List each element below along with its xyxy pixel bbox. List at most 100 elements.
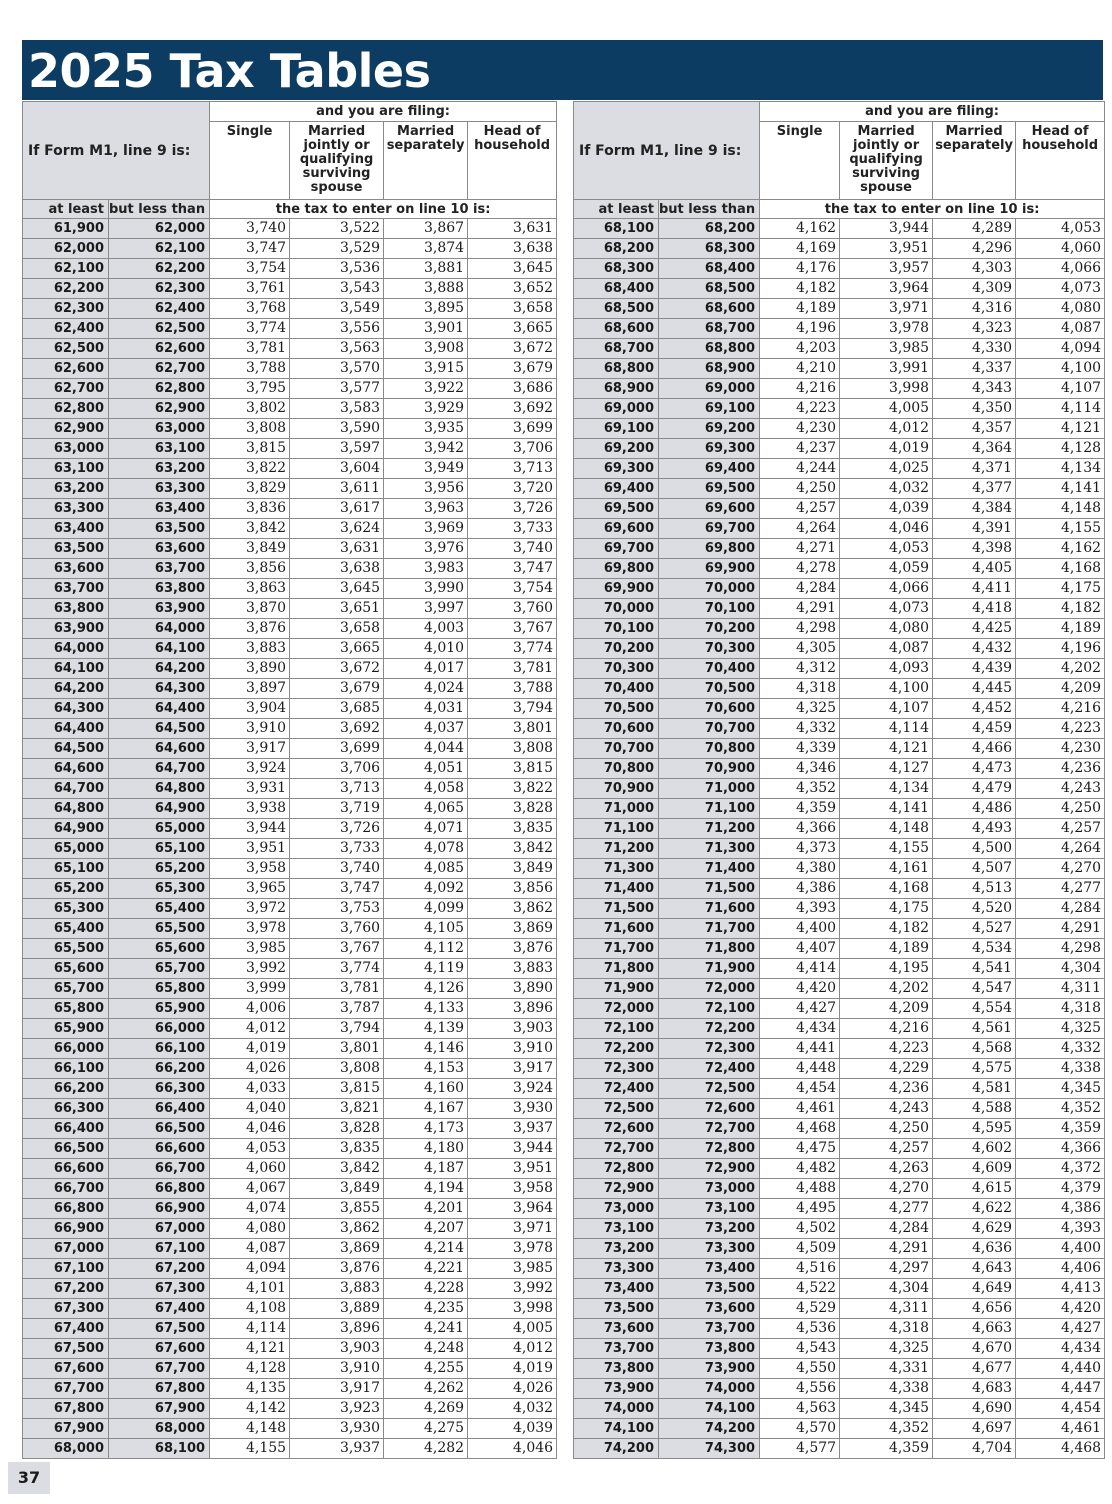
table-row: 67,300 67,400 4,108 3,889 4,235 3,998 <box>22 1298 558 1319</box>
head-of-household-tax-cell: 4,406 <box>1015 1258 1106 1279</box>
column-married-separately: Married separately <box>383 121 469 200</box>
married-jointly-tax-cell: 4,216 <box>839 1018 934 1039</box>
at-least-cell: 62,400 <box>22 318 109 339</box>
at-least-cell: 68,400 <box>573 278 659 299</box>
tax-table-right: If Form M1, line 9 is: and you are filin… <box>572 101 1106 1459</box>
at-least-cell: 68,500 <box>573 298 659 319</box>
single-tax-cell: 3,740 <box>209 218 291 239</box>
at-least-cell: 70,000 <box>573 598 659 619</box>
at-least-cell: 69,100 <box>573 418 659 439</box>
but-less-than-cell: 67,700 <box>107 1358 211 1379</box>
married-separately-tax-cell: 4,160 <box>383 1078 469 1099</box>
single-tax-cell: 3,829 <box>209 478 291 499</box>
head-of-household-tax-cell: 4,032 <box>467 1398 558 1419</box>
column-married-jointly: Married jointly or qualifying surviving … <box>289 121 385 200</box>
but-less-than-cell: 66,300 <box>107 1078 211 1099</box>
table-row: 73,100 73,200 4,502 4,284 4,629 4,393 <box>573 1218 1106 1239</box>
head-of-household-tax-cell: 4,073 <box>1015 278 1106 299</box>
single-tax-cell: 4,441 <box>759 1038 841 1059</box>
married-separately-tax-cell: 4,670 <box>932 1338 1017 1359</box>
at-least-cell: 63,900 <box>22 618 109 639</box>
single-tax-cell: 4,509 <box>759 1238 841 1259</box>
single-tax-cell: 4,101 <box>209 1278 291 1299</box>
table-row: 68,800 68,900 4,210 3,991 4,337 4,100 <box>573 358 1106 379</box>
at-least-cell: 72,300 <box>573 1058 659 1079</box>
head-of-household-tax-cell: 4,148 <box>1015 498 1106 519</box>
married-jointly-tax-cell: 4,345 <box>839 1398 934 1419</box>
married-separately-tax-cell: 3,874 <box>383 238 469 259</box>
married-separately-tax-cell: 4,418 <box>932 598 1017 619</box>
married-separately-tax-cell: 4,337 <box>932 358 1017 379</box>
table-row: 70,100 70,200 4,298 4,080 4,425 4,189 <box>573 618 1106 639</box>
single-tax-cell: 3,876 <box>209 618 291 639</box>
head-of-household-tax-cell: 4,332 <box>1015 1038 1106 1059</box>
single-tax-cell: 4,468 <box>759 1118 841 1139</box>
married-separately-tax-cell: 4,275 <box>383 1418 469 1439</box>
table-row: 67,100 67,200 4,094 3,876 4,221 3,985 <box>22 1258 558 1279</box>
but-less-than-cell: 72,900 <box>657 1158 761 1179</box>
married-separately-tax-cell: 4,391 <box>932 518 1017 539</box>
single-tax-cell: 3,917 <box>209 738 291 759</box>
but-less-than-cell: 70,600 <box>657 698 761 719</box>
married-separately-tax-cell: 4,296 <box>932 238 1017 259</box>
table-row: 71,000 71,100 4,359 4,141 4,486 4,250 <box>573 798 1106 819</box>
married-separately-tax-cell: 3,888 <box>383 278 469 299</box>
married-jointly-tax-cell: 4,155 <box>839 838 934 859</box>
table-row: 63,900 64,000 3,876 3,658 4,003 3,767 <box>22 618 558 639</box>
head-of-household-tax-cell: 3,985 <box>467 1258 558 1279</box>
single-tax-cell: 3,781 <box>209 338 291 359</box>
at-least-cell: 70,600 <box>573 718 659 739</box>
single-tax-cell: 4,448 <box>759 1058 841 1079</box>
married-separately-tax-cell: 4,194 <box>383 1178 469 1199</box>
married-jointly-tax-cell: 4,338 <box>839 1378 934 1399</box>
single-tax-cell: 4,264 <box>759 518 841 539</box>
at-least-cell: 72,000 <box>573 998 659 1019</box>
married-separately-tax-cell: 3,867 <box>383 218 469 239</box>
married-jointly-tax-cell: 4,202 <box>839 978 934 999</box>
table-row: 66,800 66,900 4,074 3,855 4,201 3,964 <box>22 1198 558 1219</box>
single-tax-cell: 4,019 <box>209 1038 291 1059</box>
table-row: 68,500 68,600 4,189 3,971 4,316 4,080 <box>573 298 1106 319</box>
head-of-household-tax-cell: 4,216 <box>1015 698 1106 719</box>
but-less-than-cell: 63,600 <box>107 538 211 559</box>
head-of-household-tax-cell: 3,658 <box>467 298 558 319</box>
married-jointly-tax-cell: 4,195 <box>839 958 934 979</box>
at-least-cell: 62,800 <box>22 398 109 419</box>
at-least-cell: 70,500 <box>573 698 659 719</box>
table-row: 71,300 71,400 4,380 4,161 4,507 4,270 <box>573 858 1106 879</box>
table-row: 67,200 67,300 4,101 3,883 4,228 3,992 <box>22 1278 558 1299</box>
at-least-cell: 73,500 <box>573 1298 659 1319</box>
head-of-household-tax-cell: 4,128 <box>1015 438 1106 459</box>
head-of-household-tax-cell: 4,454 <box>1015 1398 1106 1419</box>
married-jointly-tax-cell: 3,978 <box>839 318 934 339</box>
table-row: 74,000 74,100 4,563 4,345 4,690 4,454 <box>573 1398 1106 1419</box>
but-less-than-cell: 72,600 <box>657 1098 761 1119</box>
single-tax-cell: 3,842 <box>209 518 291 539</box>
married-separately-tax-cell: 4,683 <box>932 1378 1017 1399</box>
head-of-household-tax-cell: 3,896 <box>467 998 558 1019</box>
married-jointly-tax-cell: 3,903 <box>289 1338 385 1359</box>
but-less-than-cell: 65,700 <box>107 958 211 979</box>
but-less-than-cell: 72,200 <box>657 1018 761 1039</box>
table-row: 71,400 71,500 4,386 4,168 4,513 4,277 <box>573 878 1106 899</box>
table-row: 67,800 67,900 4,142 3,923 4,269 4,032 <box>22 1398 558 1419</box>
table-row: 63,700 63,800 3,863 3,645 3,990 3,754 <box>22 578 558 599</box>
but-less-than-cell: 69,600 <box>657 498 761 519</box>
single-tax-cell: 4,094 <box>209 1258 291 1279</box>
single-tax-cell: 4,128 <box>209 1358 291 1379</box>
but-less-than-cell: 69,200 <box>657 418 761 439</box>
single-tax-cell: 4,373 <box>759 838 841 859</box>
single-tax-cell: 4,060 <box>209 1158 291 1179</box>
single-tax-cell: 3,944 <box>209 818 291 839</box>
married-jointly-tax-cell: 3,951 <box>839 238 934 259</box>
table-row: 73,000 73,100 4,495 4,277 4,622 4,386 <box>573 1198 1106 1219</box>
single-tax-cell: 4,502 <box>759 1218 841 1239</box>
single-tax-cell: 3,978 <box>209 918 291 939</box>
head-of-household-tax-cell: 3,713 <box>467 458 558 479</box>
single-tax-cell: 4,135 <box>209 1378 291 1399</box>
at-least-cell: 63,300 <box>22 498 109 519</box>
head-of-household-tax-cell: 4,094 <box>1015 338 1106 359</box>
single-tax-cell: 4,114 <box>209 1318 291 1339</box>
head-of-household-tax-cell: 3,665 <box>467 318 558 339</box>
but-less-than-cell: 69,700 <box>657 518 761 539</box>
